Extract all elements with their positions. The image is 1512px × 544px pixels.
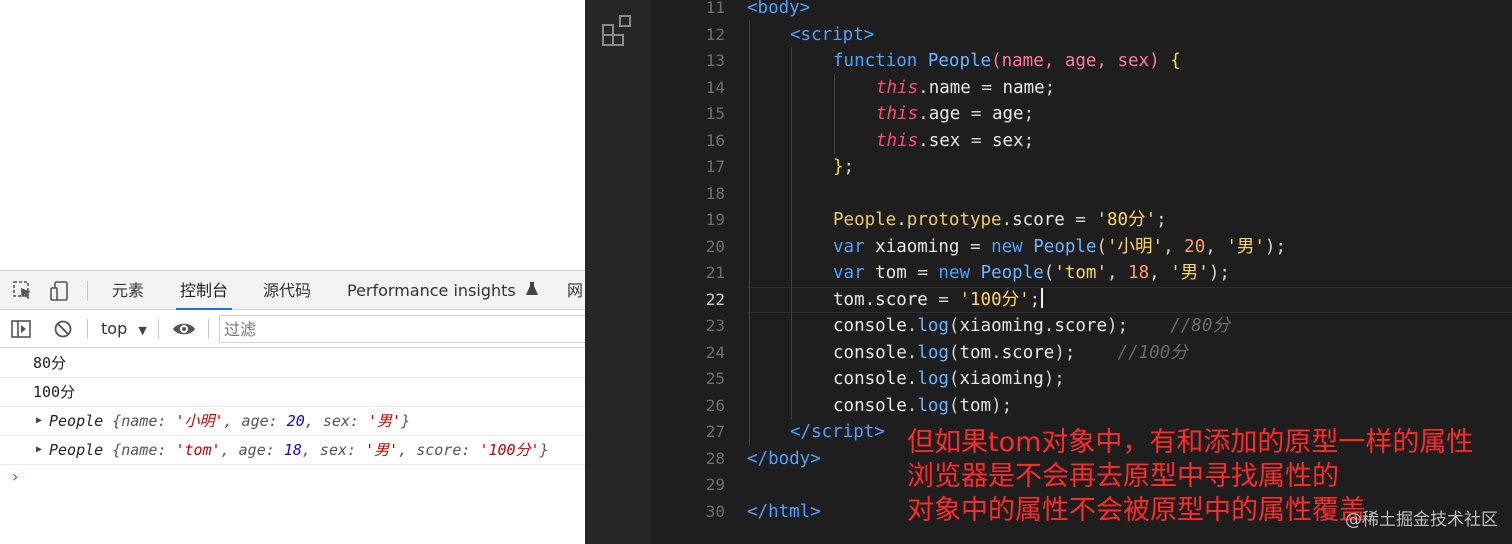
line-number: 15 — [705, 104, 725, 123]
line-number: 28 — [705, 448, 725, 468]
object-age-value: 20 — [286, 412, 305, 430]
code-string: '小明' — [1107, 236, 1164, 257]
tab-elements[interactable]: 元素 — [112, 271, 144, 310]
console-object-row[interactable]: ▶ People {name: 'tom', age: 18, sex: '男'… — [0, 436, 585, 465]
toolbar-divider — [87, 319, 88, 339]
tab-network[interactable]: 网 — [567, 271, 583, 310]
code-line[interactable]: function People(name, age, sex) { — [833, 48, 1181, 75]
toolbar-divider — [208, 319, 209, 339]
line-number: 29 — [705, 475, 725, 494]
code-line[interactable]: People.prototype.score = '80分'; — [833, 207, 1167, 234]
object-name-value: '小明' — [175, 412, 224, 430]
code-line[interactable]: <body> — [747, 0, 810, 22]
tab-performance-label: Performance insights — [347, 281, 516, 300]
line-number-current: 22 — [705, 289, 725, 309]
line-number: 23 — [705, 316, 725, 335]
object-score-value: '100分' — [479, 441, 540, 459]
line-number: 27 — [705, 422, 725, 441]
devtools-panel: 元素 控制台 源代码 Performance insights 网 top ▼ — [0, 270, 585, 544]
line-number: 20 — [705, 236, 725, 256]
code-line[interactable]: <script> — [790, 22, 874, 49]
line-number-gutter: 11 12 13 14 15 16 17 18 19 20 21 22 23 2… — [651, 0, 737, 544]
console-log-row: 80分 — [0, 349, 585, 378]
line-number: 30 — [705, 501, 725, 521]
code-line[interactable]: var tom = new People('tom', 18, '男'); — [833, 260, 1230, 287]
line-number: 11 — [705, 0, 725, 17]
code-string: '男' — [1226, 236, 1265, 257]
object-age-value: 18 — [283, 441, 302, 459]
code-line[interactable]: }; — [833, 154, 854, 181]
tabbar-divider — [87, 281, 88, 301]
code-line[interactable]: console.log(xiaoming.score); //80分 — [833, 313, 1230, 340]
clear-console-icon[interactable] — [52, 318, 74, 340]
console-filter-input[interactable] — [219, 315, 585, 343]
line-number: 21 — [705, 263, 725, 282]
console-object-row[interactable]: ▶ People {name: '小明', age: 20, sex: '男'} — [0, 407, 585, 436]
browser-pane: 元素 控制台 源代码 Performance insights 网 top ▼ — [0, 0, 585, 544]
context-selector[interactable]: top ▼ — [101, 310, 147, 347]
tab-sources[interactable]: 源代码 — [263, 271, 311, 310]
code-line[interactable]: </body> — [747, 446, 821, 473]
code-comment: //100分 — [1117, 342, 1188, 363]
activity-bar — [585, 0, 651, 544]
code-line[interactable]: this.sex = sex; — [876, 128, 1034, 155]
object-name-value: 'tom' — [175, 441, 221, 459]
code-line[interactable]: console.log(tom.score); //100分 — [833, 340, 1188, 367]
line-number: 24 — [705, 342, 725, 362]
inspect-element-icon[interactable] — [12, 280, 34, 302]
object-sex-value: '男' — [368, 412, 402, 430]
line-number: 13 — [705, 51, 725, 70]
annotation-line: 但如果tom对象中，有和添加的原型一样的属性 — [907, 427, 1474, 458]
tab-performance-insights[interactable]: Performance insights — [347, 271, 539, 310]
code-line-current[interactable]: tom.score = '100分'; — [833, 287, 1044, 314]
object-class-name: People — [49, 412, 104, 430]
line-number: 17 — [705, 157, 725, 176]
console-prompt-icon[interactable]: › — [12, 467, 18, 486]
devtools-tabbar: 元素 控制台 源代码 Performance insights 网 — [0, 270, 585, 311]
code-string: 'tom' — [1054, 263, 1108, 283]
code-line[interactable]: console.log(xiaoming); — [833, 366, 1065, 393]
line-number: 26 — [705, 395, 725, 415]
console-output: 80分 100分 ▶ People {name: '小明', age: 20, … — [0, 349, 585, 486]
expand-triangle-icon[interactable]: ▶ — [36, 436, 42, 464]
line-number: 19 — [705, 210, 725, 229]
code-line[interactable]: this.age = age; — [876, 101, 1034, 128]
show-sidebar-icon[interactable] — [10, 318, 32, 340]
line-number: 18 — [705, 183, 725, 203]
code-string: '男' — [1170, 263, 1209, 283]
object-sex-value: '男' — [365, 441, 399, 459]
console-log-row: 100分 — [0, 378, 585, 407]
dropdown-arrow-icon: ▼ — [138, 324, 147, 337]
code-line[interactable]: </script> — [790, 419, 885, 446]
code-string: '100分' — [959, 289, 1030, 310]
line-number: 14 — [705, 77, 725, 97]
indent-guide — [749, 20, 750, 446]
line-number: 16 — [705, 130, 725, 150]
expand-triangle-icon[interactable]: ▶ — [36, 407, 42, 435]
tab-console[interactable]: 控制台 — [175, 271, 233, 311]
object-class-name: People — [49, 441, 104, 459]
text-cursor — [1041, 287, 1044, 308]
toolbar-divider — [158, 319, 159, 339]
watermark: @稀土掘金技术社区 — [1345, 510, 1498, 530]
annotation-line: 浏览器是不会再去原型中寻找属性的 — [907, 461, 1339, 492]
code-line[interactable]: this.name = name; — [876, 75, 1055, 102]
device-toolbar-icon[interactable] — [49, 280, 71, 302]
extensions-icon[interactable] — [601, 14, 635, 52]
context-label: top — [101, 319, 128, 338]
experiment-flask-icon — [525, 282, 538, 295]
code-string: '80分' — [1096, 210, 1157, 230]
code-line[interactable]: console.log(tom); — [833, 393, 1012, 420]
code-line[interactable]: </html> — [747, 499, 821, 526]
code-comment: //80分 — [1170, 316, 1230, 336]
code-line[interactable]: var xiaoming = new People('小明', 20, '男')… — [833, 234, 1286, 261]
live-expression-eye-icon[interactable] — [171, 318, 197, 340]
line-number: 25 — [705, 369, 725, 388]
indent-guide — [834, 74, 835, 154]
line-number: 12 — [705, 24, 725, 44]
indent-guide — [791, 47, 792, 419]
console-toolbar: top ▼ — [0, 310, 585, 348]
